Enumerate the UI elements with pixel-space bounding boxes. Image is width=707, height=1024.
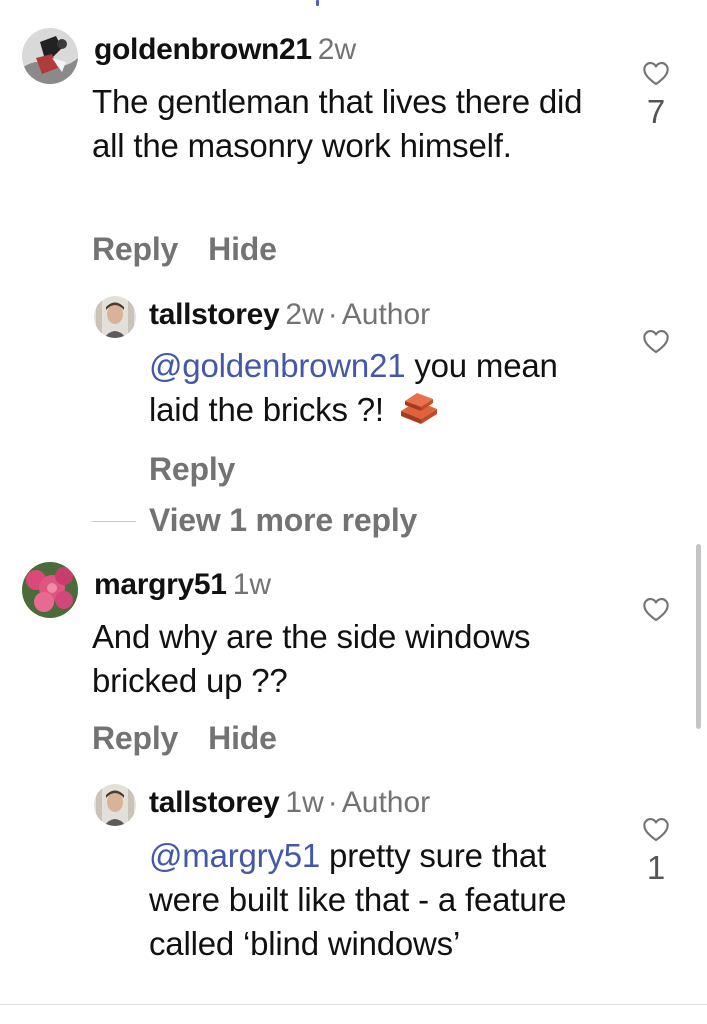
- like-count: 1: [646, 849, 666, 886]
- bottom-divider: [0, 1004, 707, 1005]
- view-more-divider: [92, 521, 136, 522]
- hide-button[interactable]: Hide: [208, 720, 277, 756]
- comment-text: The gentleman that lives there did all t…: [92, 83, 583, 164]
- like-button[interactable]: [636, 596, 676, 622]
- mention-link[interactable]: @goldenbrown21: [149, 347, 406, 384]
- reply-button[interactable]: Reply: [92, 231, 178, 267]
- heart-outline-icon: [643, 62, 669, 86]
- timestamp: 2w: [317, 33, 357, 66]
- comment-text: @goldenbrown21 you mean laid the bricks …: [149, 344, 599, 436]
- author-badge: Author: [341, 298, 431, 331]
- timestamp: 1w: [285, 786, 324, 819]
- hide-button[interactable]: Hide: [208, 231, 277, 267]
- username[interactable]: tallstorey: [149, 786, 280, 819]
- reply-button[interactable]: Reply: [149, 451, 235, 487]
- scrollbar[interactable]: [696, 544, 701, 729]
- comment-meta: tallstorey 1w · Author: [149, 784, 430, 822]
- comment-meta: goldenbrown21 2w: [94, 31, 356, 69]
- comment-actions: Reply Hide: [92, 229, 307, 269]
- mention-link[interactable]: @margry51: [149, 837, 320, 874]
- avatar[interactable]: [22, 562, 78, 618]
- like-button[interactable]: [636, 328, 676, 354]
- comment-actions: Reply: [149, 449, 265, 489]
- comment-meta: margry51 1w: [94, 566, 271, 604]
- heart-outline-icon: [643, 330, 669, 354]
- comment-meta: tallstorey 2w · Author: [149, 296, 430, 334]
- brick-emoji-icon: [397, 389, 439, 436]
- separator-dot: ·: [327, 786, 338, 819]
- comment-text: @margry51 pretty sure that were built li…: [149, 834, 619, 966]
- avatar[interactable]: [94, 296, 136, 338]
- avatar[interactable]: [94, 784, 136, 826]
- like-button[interactable]: 7: [636, 60, 676, 132]
- timestamp: 2w: [285, 298, 324, 331]
- comment-text: And why are the side windows bricked up …: [92, 618, 531, 699]
- separator-dot: ·: [327, 298, 338, 331]
- username[interactable]: goldenbrown21: [94, 33, 312, 66]
- heart-outline-icon: [643, 598, 669, 622]
- like-count: 7: [646, 93, 666, 130]
- view-more-replies-button[interactable]: View 1 more reply: [149, 500, 417, 540]
- heart-outline-icon: [643, 818, 669, 842]
- reply-button[interactable]: Reply: [92, 720, 178, 756]
- like-button[interactable]: 1: [636, 816, 676, 888]
- username[interactable]: margry51: [94, 568, 227, 601]
- top-scroll-marker: [316, 0, 319, 6]
- username[interactable]: tallstorey: [149, 298, 280, 331]
- author-badge: Author: [341, 786, 431, 819]
- comment-actions: Reply Hide: [92, 718, 307, 758]
- avatar[interactable]: [22, 28, 78, 84]
- timestamp: 1w: [232, 568, 272, 601]
